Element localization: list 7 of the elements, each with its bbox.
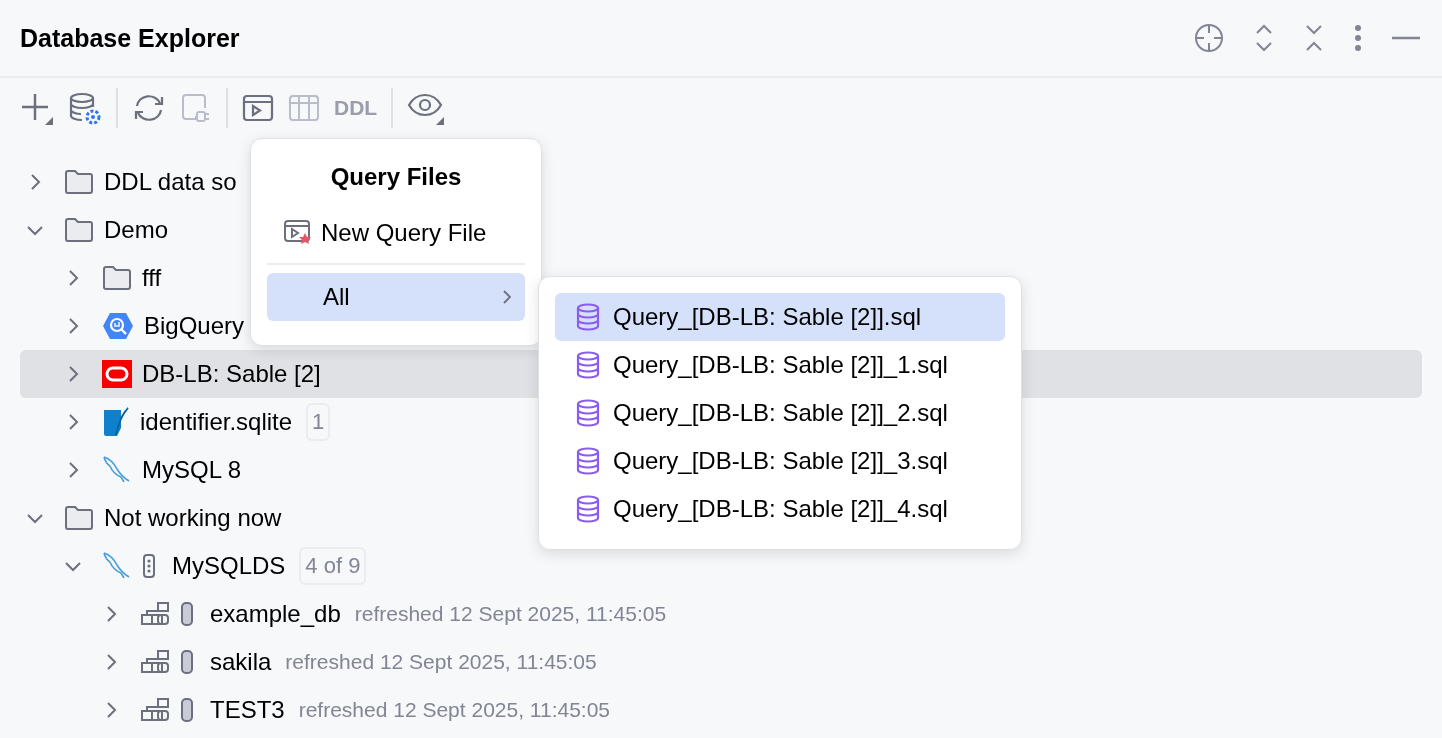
count-badge: 4 of 9	[299, 547, 367, 585]
panel-title: Database Explorer	[20, 23, 240, 53]
refresh-time: refreshed 12 Sept 2025, 11:45:05	[285, 650, 597, 674]
popup-title: Query Files	[330, 163, 462, 191]
count-badge: 1	[306, 403, 331, 441]
refresh-time: refreshed 12 Sept 2025, 11:45:05	[354, 602, 667, 626]
refresh-time: refreshed 12 Sept 2025, 11:45:05	[298, 698, 611, 722]
